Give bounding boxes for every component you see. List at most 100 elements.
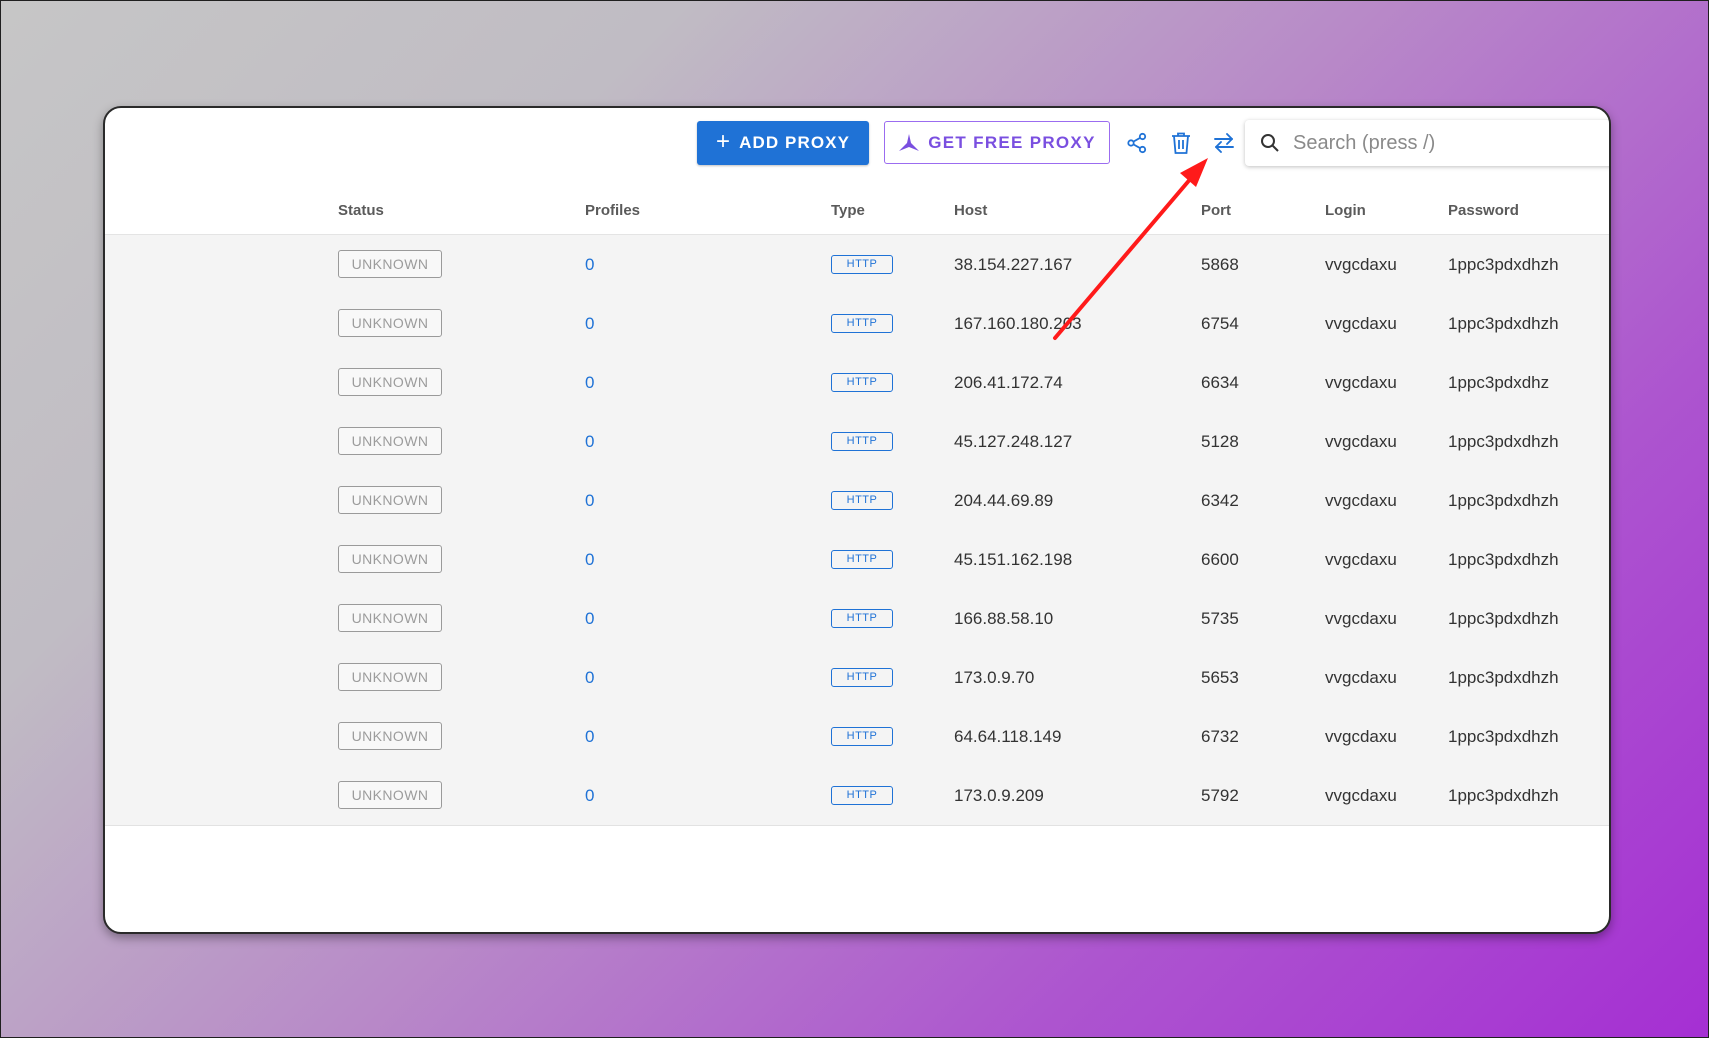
table-row[interactable]: UNKNOWN 0 HTTP 64.64.118.149 6732 vvgcda… — [105, 707, 1609, 767]
add-proxy-button[interactable]: + ADD PROXY — [697, 121, 869, 165]
status-badge: UNKNOWN — [338, 604, 442, 632]
login-cell: vvgcdaxu — [1325, 668, 1397, 687]
password-cell: 1ppc3pdxdhzh — [1448, 255, 1559, 274]
plus-icon: + — [715, 128, 732, 155]
type-badge: HTTP — [831, 255, 893, 274]
profiles-count-link[interactable]: 0 — [585, 412, 594, 471]
get-free-proxy-label: GET FREE PROXY — [928, 132, 1096, 152]
port-cell: 6732 — [1201, 727, 1239, 746]
password-cell: 1ppc3pdxdhz — [1448, 373, 1550, 392]
status-badge: UNKNOWN — [338, 309, 442, 337]
port-cell: 6342 — [1201, 491, 1239, 510]
column-header-status[interactable]: Status — [338, 188, 384, 234]
profiles-count-link[interactable]: 0 — [585, 235, 594, 294]
port-cell: 6754 — [1201, 314, 1239, 333]
get-free-proxy-button[interactable]: GET FREE PROXY — [884, 121, 1110, 164]
type-badge: HTTP — [831, 668, 893, 687]
column-header-host[interactable]: Host — [954, 188, 987, 234]
port-cell: 5792 — [1201, 786, 1239, 805]
profiles-count-link[interactable]: 0 — [585, 648, 594, 707]
table-row[interactable]: UNKNOWN 0 HTTP 204.44.69.89 6342 vvgcdax… — [105, 471, 1609, 531]
password-cell: 1ppc3pdxdhzh — [1448, 609, 1559, 628]
login-cell: vvgcdaxu — [1325, 727, 1397, 746]
type-badge: HTTP — [831, 314, 893, 333]
host-cell: 206.41.172.74 — [954, 373, 1063, 392]
host-cell: 173.0.9.70 — [954, 668, 1035, 687]
login-cell: vvgcdaxu — [1325, 255, 1397, 274]
table-row[interactable]: UNKNOWN 0 HTTP 45.151.162.198 6600 vvgcd… — [105, 530, 1609, 590]
share-icon[interactable] — [1124, 130, 1150, 156]
host-cell: 45.151.162.198 — [954, 550, 1073, 569]
status-badge: UNKNOWN — [338, 545, 442, 573]
status-badge: UNKNOWN — [338, 427, 442, 455]
host-cell: 45.127.248.127 — [954, 432, 1073, 451]
search-input[interactable] — [1291, 130, 1595, 156]
table-row[interactable]: UNKNOWN 0 HTTP 173.0.9.209 5792 vvgcdaxu… — [105, 766, 1609, 826]
table-row[interactable]: UNKNOWN 0 HTTP 173.0.9.70 5653 vvgcdaxu … — [105, 648, 1609, 708]
password-cell: 1ppc3pdxdhzh — [1448, 727, 1559, 746]
port-cell: 6634 — [1201, 373, 1239, 392]
status-badge: UNKNOWN — [338, 722, 442, 750]
column-header-type[interactable]: Type — [831, 188, 865, 234]
search-icon — [1259, 132, 1281, 154]
profiles-count-link[interactable]: 0 — [585, 766, 594, 825]
type-badge: HTTP — [831, 432, 893, 451]
login-cell: vvgcdaxu — [1325, 550, 1397, 569]
free-proxy-logo-icon — [898, 133, 920, 153]
login-cell: vvgcdaxu — [1325, 373, 1397, 392]
profiles-count-link[interactable]: 0 — [585, 353, 594, 412]
password-cell: 1ppc3pdxdhzh — [1448, 668, 1559, 687]
column-header-login[interactable]: Login — [1325, 188, 1366, 234]
password-cell: 1ppc3pdxdhzh — [1448, 491, 1559, 510]
table-header: Status Profiles Type Host Port Login Pas… — [105, 188, 1609, 235]
add-proxy-label: ADD PROXY — [739, 133, 851, 152]
login-cell: vvgcdaxu — [1325, 432, 1397, 451]
swap-arrows-icon[interactable] — [1211, 130, 1237, 156]
table-row[interactable]: UNKNOWN 0 HTTP 38.154.227.167 5868 vvgcd… — [105, 235, 1609, 295]
type-badge: HTTP — [831, 373, 893, 392]
table-row[interactable]: UNKNOWN 0 HTTP 166.88.58.10 5735 vvgcdax… — [105, 589, 1609, 649]
login-cell: vvgcdaxu — [1325, 491, 1397, 510]
table-row[interactable]: UNKNOWN 0 HTTP 167.160.180.203 6754 vvgc… — [105, 294, 1609, 354]
host-cell: 204.44.69.89 — [954, 491, 1054, 510]
trash-icon[interactable] — [1168, 130, 1194, 156]
host-cell: 64.64.118.149 — [954, 727, 1062, 746]
profiles-count-link[interactable]: 0 — [585, 294, 594, 353]
port-cell: 5128 — [1201, 432, 1239, 451]
login-cell: vvgcdaxu — [1325, 786, 1397, 805]
profiles-count-link[interactable]: 0 — [585, 471, 594, 530]
proxy-manager-window: + ADD PROXY GET FREE PROXY Search (press… — [103, 106, 1611, 934]
type-badge: HTTP — [831, 550, 893, 569]
status-badge: UNKNOWN — [338, 663, 442, 691]
toolbar: + ADD PROXY GET FREE PROXY — [105, 108, 1609, 189]
type-badge: HTTP — [831, 609, 893, 628]
profiles-count-link[interactable]: 0 — [585, 707, 594, 766]
type-badge: HTTP — [831, 491, 893, 510]
status-badge: UNKNOWN — [338, 250, 442, 278]
table-row[interactable]: UNKNOWN 0 HTTP 45.127.248.127 5128 vvgcd… — [105, 412, 1609, 472]
profiles-count-link[interactable]: 0 — [585, 530, 594, 589]
status-badge: UNKNOWN — [338, 486, 442, 514]
host-cell: 38.154.227.167 — [954, 255, 1073, 274]
host-cell: 167.160.180.203 — [954, 314, 1082, 333]
port-cell: 5653 — [1201, 668, 1239, 687]
status-badge: UNKNOWN — [338, 368, 442, 396]
port-cell: 6600 — [1201, 550, 1239, 569]
port-cell: 5735 — [1201, 609, 1239, 628]
profiles-count-link[interactable]: 0 — [585, 589, 594, 648]
search-box[interactable] — [1245, 120, 1609, 166]
column-header-port[interactable]: Port — [1201, 188, 1231, 234]
login-cell: vvgcdaxu — [1325, 609, 1397, 628]
login-cell: vvgcdaxu — [1325, 314, 1397, 333]
column-header-profiles[interactable]: Profiles — [585, 188, 640, 234]
status-badge: UNKNOWN — [338, 781, 442, 809]
column-header-password[interactable]: Password — [1448, 188, 1519, 234]
host-cell: 166.88.58.10 — [954, 609, 1054, 628]
table-row[interactable]: UNKNOWN 0 HTTP 206.41.172.74 6634 vvgcda… — [105, 353, 1609, 413]
password-cell: 1ppc3pdxdhzh — [1448, 786, 1559, 805]
type-badge: HTTP — [831, 786, 893, 805]
host-cell: 173.0.9.209 — [954, 786, 1044, 805]
password-cell: 1ppc3pdxdhzh — [1448, 550, 1559, 569]
port-cell: 5868 — [1201, 255, 1239, 274]
password-cell: 1ppc3pdxdhzh — [1448, 432, 1559, 451]
